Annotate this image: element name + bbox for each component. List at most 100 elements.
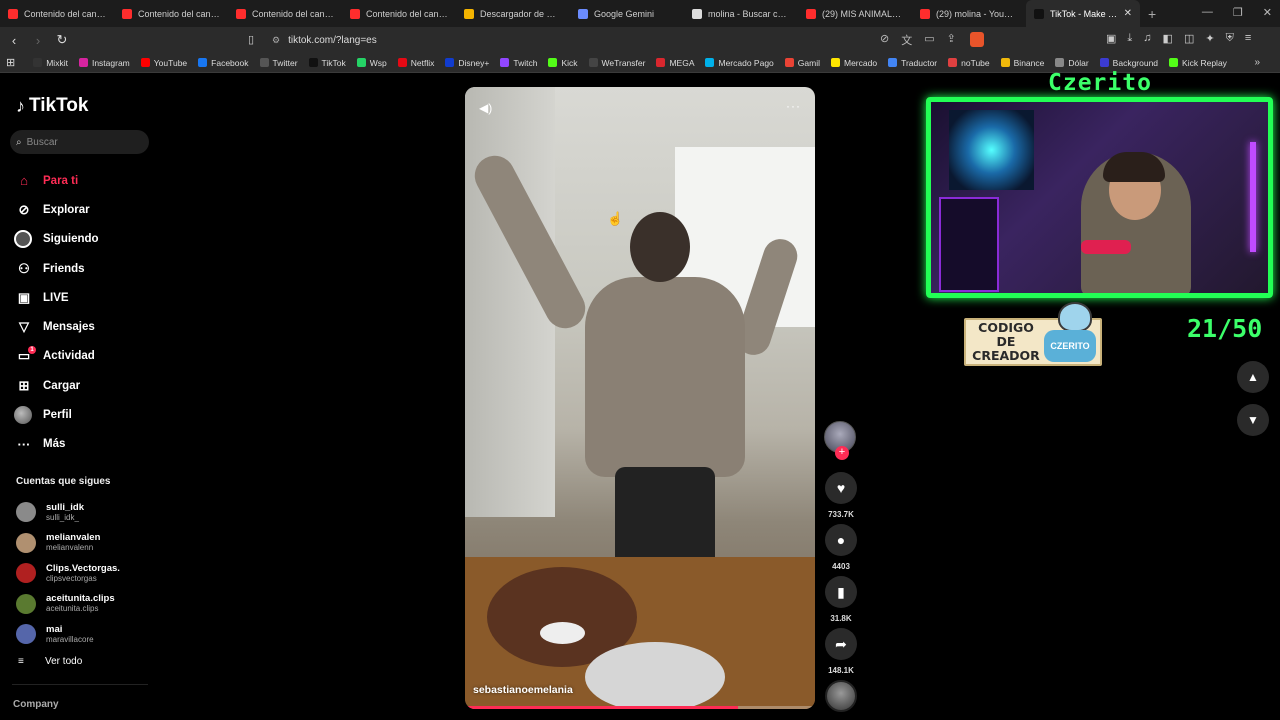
- browser-tab[interactable]: Descargador de Miniat: [456, 0, 570, 27]
- share-arrow-icon[interactable]: ➦: [825, 628, 857, 660]
- sidebar-item-messages[interactable]: ▽ Mensajes: [14, 312, 99, 341]
- tab-title: Contenido del canal -: [252, 8, 334, 19]
- brave-shield-icon[interactable]: [970, 32, 984, 47]
- reload-icon[interactable]: ↻: [52, 32, 72, 48]
- video-player[interactable]: ◀) ··· sebastianoemelania: [465, 87, 815, 709]
- tiktok-note-icon: ♪: [16, 95, 25, 116]
- sidebar-item-live[interactable]: ▣ LIVE: [14, 283, 99, 312]
- share-icon[interactable]: ⇪: [947, 32, 956, 48]
- bookmark-item[interactable]: YouTube: [140, 58, 187, 68]
- bookmark-item[interactable]: Kick: [548, 58, 578, 68]
- bookmark-item[interactable]: Gamil: [784, 58, 820, 68]
- bookmark-item[interactable]: Mercado Pago: [705, 58, 774, 68]
- no-tracking-icon[interactable]: ⊘: [880, 32, 889, 48]
- wallet2-icon[interactable]: ◫: [1184, 32, 1194, 45]
- bookmark-item[interactable]: Wsp: [356, 58, 387, 68]
- browser-tab[interactable]: Contenido del canal -: [114, 0, 228, 27]
- bookmark-item[interactable]: Mixkit: [33, 58, 68, 68]
- volume-icon[interactable]: ◀): [479, 101, 492, 115]
- bookmark-item[interactable]: Dólar: [1055, 58, 1089, 68]
- following-account[interactable]: melianvalen melianvalenn: [16, 528, 120, 559]
- bookmark-item[interactable]: Disney+: [445, 58, 489, 68]
- forward-icon[interactable]: ›: [28, 33, 48, 48]
- translate-icon[interactable]: 文: [901, 32, 912, 48]
- site-info-icon[interactable]: ⚙: [272, 35, 280, 46]
- heart-icon[interactable]: ♥: [825, 472, 857, 504]
- video-author[interactable]: sebastianoemelania: [473, 684, 573, 696]
- browser-tab[interactable]: Google Gemini: [570, 0, 684, 27]
- tiktok-logo[interactable]: ♪ TikTok: [16, 95, 88, 117]
- bookmark-label: MEGA: [669, 57, 695, 68]
- company-link[interactable]: Company: [13, 699, 59, 710]
- video-more-icon[interactable]: ···: [786, 99, 801, 113]
- following-account[interactable]: mai maravillacore: [16, 619, 120, 650]
- sidebar-item-home[interactable]: ⌂ Para ti: [14, 166, 99, 195]
- sidebar-item-compass[interactable]: ⊘ Explorar: [14, 195, 99, 224]
- bookmark-item[interactable]: MEGA: [656, 58, 694, 68]
- menu-icon[interactable]: ≡: [1245, 32, 1251, 45]
- cast-icon[interactable]: ▭: [924, 32, 934, 48]
- download-icon[interactable]: ⤓: [1127, 32, 1132, 45]
- browser-tab[interactable]: Contenido del canal -: [228, 0, 342, 27]
- bookmark-item[interactable]: Netflix: [397, 58, 434, 68]
- bookmark-item[interactable]: Background: [1099, 58, 1158, 68]
- like-action[interactable]: ♥ 733.7K: [825, 472, 857, 519]
- browser-tab[interactable]: TikTok - Make Your ✕: [1026, 0, 1140, 27]
- sidebar-icon[interactable]: ◧: [1163, 32, 1173, 45]
- restore-icon[interactable]: ❐: [1233, 6, 1243, 19]
- close-tab-icon[interactable]: ✕: [1124, 8, 1132, 19]
- comment-icon[interactable]: ●: [825, 524, 857, 556]
- vpn-icon[interactable]: ⛨: [1226, 32, 1234, 45]
- following-list: sulli_idk sulli_idk_ melianvalen melianvale…: [16, 497, 120, 650]
- bookmark-item[interactable]: Kick Replay: [1169, 58, 1227, 68]
- music-disc-avatar[interactable]: [825, 680, 857, 712]
- apps-icon[interactable]: ⊞: [6, 56, 15, 69]
- bookmark-item[interactable]: Binance: [1000, 58, 1044, 68]
- minimize-icon[interactable]: —: [1202, 6, 1213, 19]
- bookmark-item[interactable]: Mercado: [830, 58, 877, 68]
- wallet-icon[interactable]: ▣: [1106, 32, 1116, 45]
- follow-plus-icon[interactable]: +: [835, 446, 849, 460]
- video-progress-bar[interactable]: [465, 706, 815, 709]
- bookmark-icon[interactable]: ▮: [825, 576, 857, 608]
- search-icon[interactable]: ⌕: [16, 137, 22, 148]
- browser-tab[interactable]: (29) MIS ANIMALES H: [798, 0, 912, 27]
- previous-video-button[interactable]: ▲: [1237, 361, 1269, 393]
- music-icon[interactable]: ♫: [1143, 32, 1151, 45]
- bookmark-item[interactable]: Facebook: [198, 58, 249, 68]
- following-account[interactable]: Clips.Vectorgas. clipsvectorgas: [16, 558, 120, 589]
- share-action[interactable]: ➦ 148.1K: [825, 628, 857, 675]
- sidebar-item-upload[interactable]: ⊞ Cargar: [14, 371, 99, 400]
- save-action[interactable]: ▮ 31.8K: [825, 576, 857, 623]
- comment-action[interactable]: ● 4403: [825, 524, 857, 571]
- browser-tab[interactable]: (29) molina - YouTube: [912, 0, 1026, 27]
- bookmark-page-icon[interactable]: ▯: [248, 33, 254, 46]
- bookmark-item[interactable]: Instagram: [78, 58, 130, 68]
- bookmark-item[interactable]: Twitch: [500, 58, 537, 68]
- search-input[interactable]: [26, 136, 137, 148]
- bookmark-item[interactable]: noTube: [948, 58, 990, 68]
- sidebar-item-profile[interactable]: Perfil: [14, 400, 99, 429]
- search-box[interactable]: ⌕: [10, 130, 149, 154]
- leo-ai-icon[interactable]: ✦: [1205, 32, 1214, 45]
- following-account[interactable]: aceitunita.clips aceitunita.clips: [16, 589, 120, 620]
- browser-tab[interactable]: Contenido del canal -: [342, 0, 456, 27]
- sidebar-item-more[interactable]: ··· Más: [14, 430, 99, 459]
- bookmark-item[interactable]: TikTok: [308, 58, 346, 68]
- bookmark-item[interactable]: Traductor: [888, 58, 937, 68]
- next-video-button[interactable]: ▼: [1237, 404, 1269, 436]
- see-all-button[interactable]: ≡ Ver todo: [18, 656, 82, 667]
- bookmark-item[interactable]: WeTransfer: [588, 58, 645, 68]
- back-icon[interactable]: ‹: [4, 33, 24, 48]
- sidebar-item-activity[interactable]: ▭ 1 Actividad: [14, 342, 99, 371]
- following-account[interactable]: sulli_idk sulli_idk_: [16, 497, 120, 528]
- creator-avatar[interactable]: +: [824, 421, 856, 460]
- sidebar-item-friends[interactable]: ⚇ Friends: [14, 254, 99, 283]
- more-bookmarks-icon[interactable]: »: [1254, 57, 1260, 68]
- sidebar-item-following[interactable]: Siguiendo: [14, 225, 99, 254]
- browser-tab[interactable]: molina - Buscar con Go: [684, 0, 798, 27]
- new-tab-button[interactable]: +: [1148, 6, 1156, 22]
- close-window-icon[interactable]: ✕: [1263, 6, 1272, 19]
- browser-tab[interactable]: Contenido del canal -: [0, 0, 114, 27]
- bookmark-item[interactable]: Twitter: [259, 58, 298, 68]
